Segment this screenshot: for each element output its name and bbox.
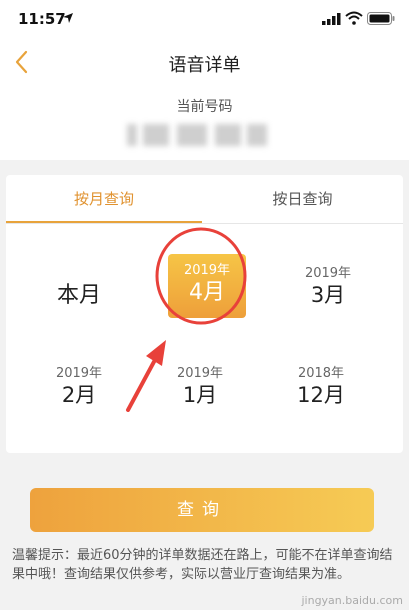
month-option-this-month[interactable]: 本月 (34, 277, 124, 309)
month-option-year: 2019年 (304, 266, 352, 281)
tab-by-day[interactable]: 按日查询 (202, 175, 403, 223)
page-title: 语音详单 (168, 55, 241, 76)
warm-tip-text: 温馨提示：最近60分钟的详单数据还在路上，可能不在详单查询结果中哦！查询结果仅供… (12, 548, 393, 582)
current-number-label: 当前号码 (176, 99, 233, 115)
month-option-item[interactable]: 2019年 2月 (34, 366, 124, 409)
number-section: 当前号码 (0, 84, 409, 160)
query-card: 按月查询 按日查询 本月 2019年 4月 2019年 3月 2019年 2月 … (6, 175, 403, 453)
status-bar: 11:57 (0, 0, 409, 40)
month-option-year: 2019年 (55, 366, 103, 381)
month-option-item[interactable]: 2018年 12月 (276, 366, 366, 409)
month-option-month: 2月 (61, 383, 97, 407)
battery-icon (367, 12, 395, 25)
month-option-item[interactable]: 2019年 1月 (155, 366, 245, 409)
month-option-item[interactable]: 2019年 3月 (283, 266, 373, 309)
query-button[interactable]: 查询 (30, 488, 374, 532)
month-option-year: 2018年 (297, 366, 345, 381)
month-option-month: 1月 (182, 383, 218, 407)
tab-by-month[interactable]: 按月查询 (6, 175, 202, 223)
month-option-month: 3月 (310, 283, 346, 307)
nav-bar: 语音详单 (0, 40, 409, 84)
location-arrow-icon (63, 13, 73, 23)
signal-icon (322, 13, 341, 25)
tab-divider (6, 223, 403, 224)
status-time: 11:57 (18, 10, 66, 28)
month-option-selected[interactable]: 2019年 4月 (168, 254, 246, 318)
month-option-month: 4月 (189, 280, 225, 305)
wifi-icon (345, 11, 363, 25)
watermark: jingyan.baidu.com (301, 594, 403, 607)
month-option-year: 2019年 (176, 366, 224, 381)
phone-number-redacted (125, 124, 275, 146)
month-option-year: 2019年 (183, 263, 231, 278)
month-option-month: 12月 (297, 383, 345, 407)
